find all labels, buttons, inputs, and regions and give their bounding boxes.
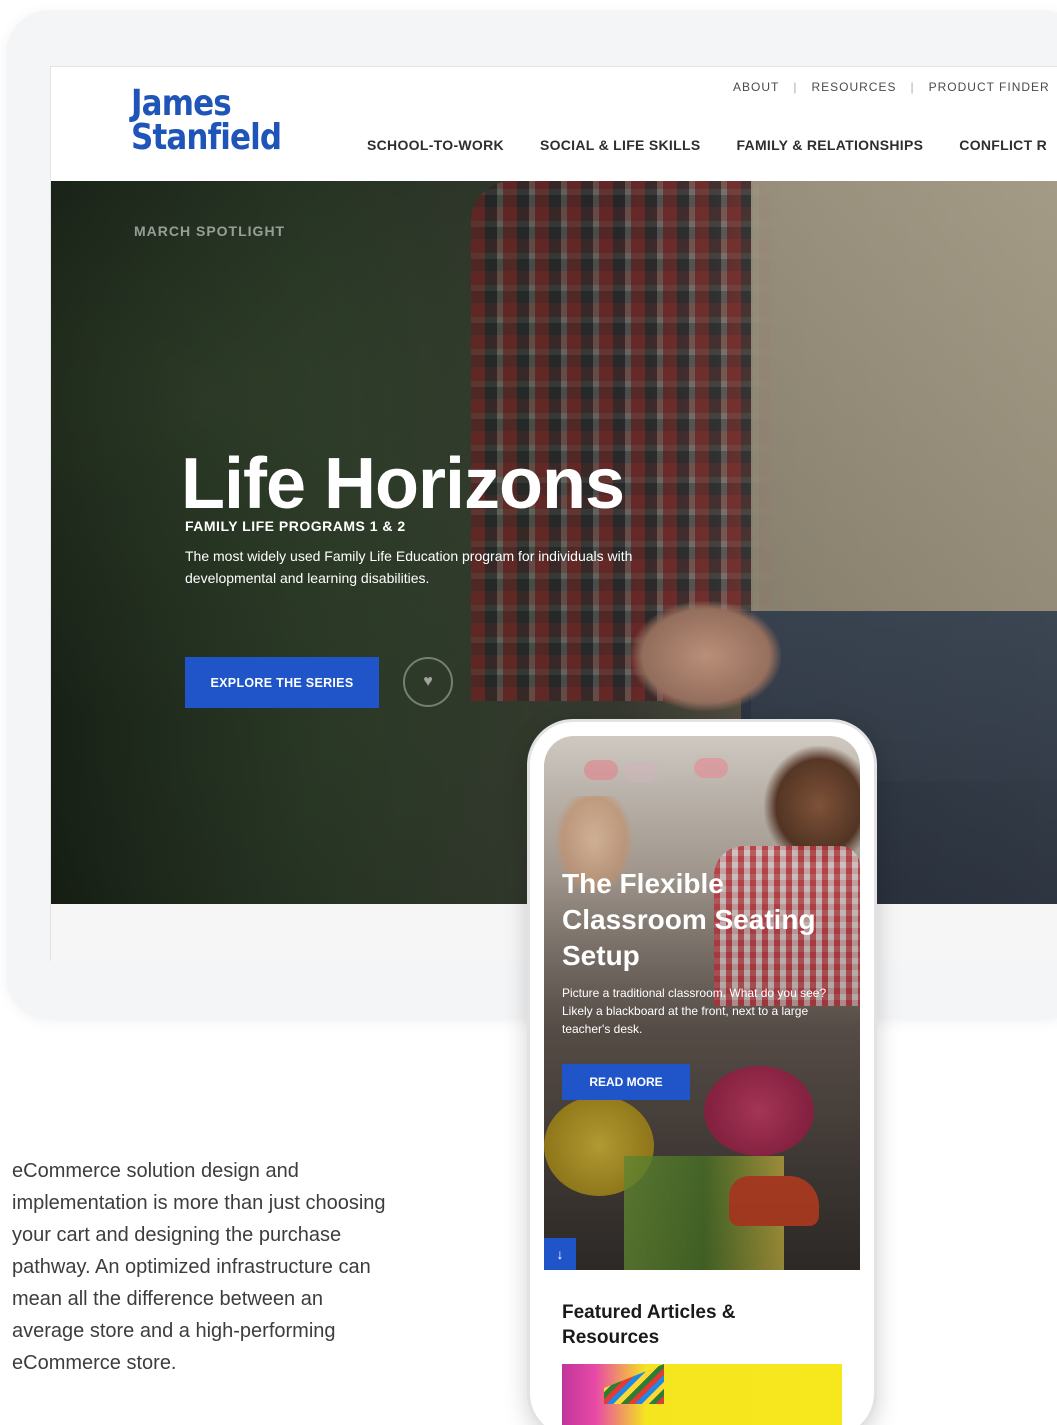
nav-item-school-to-work[interactable]: SCHOOL-TO-WORK bbox=[367, 137, 504, 153]
separator: | bbox=[910, 80, 915, 94]
article-description: Picture a traditional classroom. What do… bbox=[562, 986, 827, 1036]
featured-heading: Featured Articles & Resources bbox=[562, 1302, 736, 1348]
utility-link-resources[interactable]: RESOURCES bbox=[811, 80, 896, 94]
logo[interactable]: James Stanfield bbox=[131, 83, 282, 158]
hero-subtitle: FAMILY LIFE PROGRAMS 1 & 2 bbox=[185, 518, 406, 534]
separator: | bbox=[793, 80, 798, 94]
article-title: The Flexible Classroom Seating Setup bbox=[562, 868, 816, 971]
scroll-down-icon[interactable]: ↓ bbox=[544, 1238, 576, 1270]
logo-line-1: James bbox=[131, 83, 232, 124]
nav-item-conflict[interactable]: CONFLICT R bbox=[959, 137, 1047, 153]
hero-description: The most widely used Family Life Educati… bbox=[185, 548, 633, 586]
phone-hero: The Flexible Classroom Seating Setup Pic… bbox=[544, 736, 860, 1270]
phone-screen: The Flexible Classroom Seating Setup Pic… bbox=[544, 736, 860, 1425]
site-header: James Stanfield ABOUT | RESOURCES | PROD… bbox=[51, 67, 1057, 181]
read-more-button[interactable]: READ MORE bbox=[562, 1064, 690, 1100]
phone-frame: The Flexible Classroom Seating Setup Pic… bbox=[527, 719, 877, 1425]
utility-nav: ABOUT | RESOURCES | PRODUCT FINDER bbox=[733, 80, 1050, 94]
body-copy: eCommerce solution design and implementa… bbox=[12, 1160, 386, 1374]
utility-link-product-finder[interactable]: PRODUCT FINDER bbox=[929, 80, 1050, 94]
explore-series-button[interactable]: EXPLORE THE SERIES bbox=[185, 657, 379, 708]
utility-link-about[interactable]: ABOUT bbox=[733, 80, 779, 94]
nav-item-social-life-skills[interactable]: SOCIAL & LIFE SKILLS bbox=[540, 137, 701, 153]
hero-title: Life Horizons bbox=[181, 444, 625, 524]
main-nav: SCHOOL-TO-WORK SOCIAL & LIFE SKILLS FAMI… bbox=[367, 137, 1047, 153]
heart-icon[interactable]: ♥ bbox=[403, 657, 453, 707]
nav-item-family-relationships[interactable]: FAMILY & RELATIONSHIPS bbox=[736, 137, 923, 153]
logo-line-2: Stanfield bbox=[131, 117, 282, 158]
hero-kicker: MARCH SPOTLIGHT bbox=[134, 223, 286, 239]
